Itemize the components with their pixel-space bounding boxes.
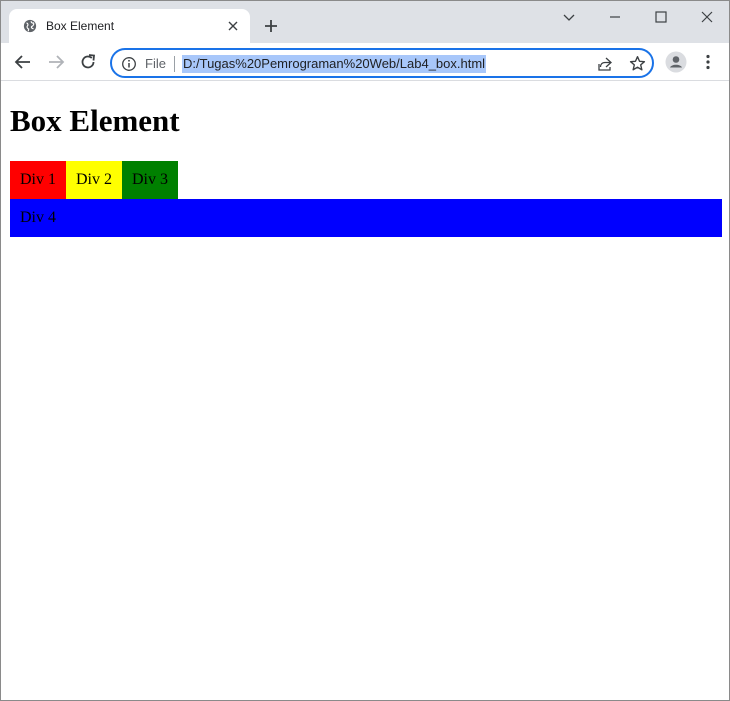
page-content: Box Element Div 1 Div 2 Div 3 Div 4	[1, 82, 729, 700]
div-1-box: Div 1	[10, 161, 66, 199]
div-2-label: Div 2	[76, 171, 112, 188]
scheme-label: File	[145, 56, 166, 71]
profile-icon[interactable]	[665, 51, 687, 73]
div-4-box: Div 4	[10, 199, 722, 237]
back-arrow-icon[interactable]	[13, 52, 33, 72]
forward-arrow-icon[interactable]	[46, 52, 66, 72]
url-text[interactable]: D:/Tugas%20Pemrograman%20Web/Lab4_box.ht…	[182, 55, 487, 73]
page-heading: Box Element	[10, 103, 180, 138]
divider	[174, 56, 175, 72]
close-window-icon[interactable]	[699, 9, 715, 25]
browser-window: Box Element File D:/Tugas%20Pemrograman%…	[0, 0, 730, 701]
globe-icon	[23, 19, 37, 33]
div-3-label: Div 3	[132, 171, 168, 188]
div-1-label: Div 1	[20, 171, 56, 188]
share-icon[interactable]	[597, 56, 613, 72]
info-icon[interactable]	[121, 56, 137, 72]
kebab-menu-icon[interactable]	[698, 52, 718, 72]
div-2-box: Div 2	[66, 161, 122, 199]
star-icon[interactable]	[629, 55, 646, 72]
tab-box-element[interactable]: Box Element	[9, 9, 250, 43]
chevron-down-icon[interactable]	[561, 9, 577, 25]
tab-title: Box Element	[46, 19, 115, 33]
address-bar[interactable]: File D:/Tugas%20Pemrograman%20Web/Lab4_b…	[110, 48, 654, 78]
div-3-box: Div 3	[122, 161, 178, 199]
tab-strip: Box Element	[1, 1, 729, 43]
close-icon[interactable]	[225, 18, 241, 34]
maximize-icon[interactable]	[653, 9, 669, 25]
div-4-label: Div 4	[20, 209, 56, 226]
minimize-icon[interactable]	[607, 9, 623, 25]
reload-icon[interactable]	[78, 52, 98, 72]
toolbar: File D:/Tugas%20Pemrograman%20Web/Lab4_b…	[1, 43, 729, 81]
plus-icon[interactable]	[263, 18, 279, 34]
